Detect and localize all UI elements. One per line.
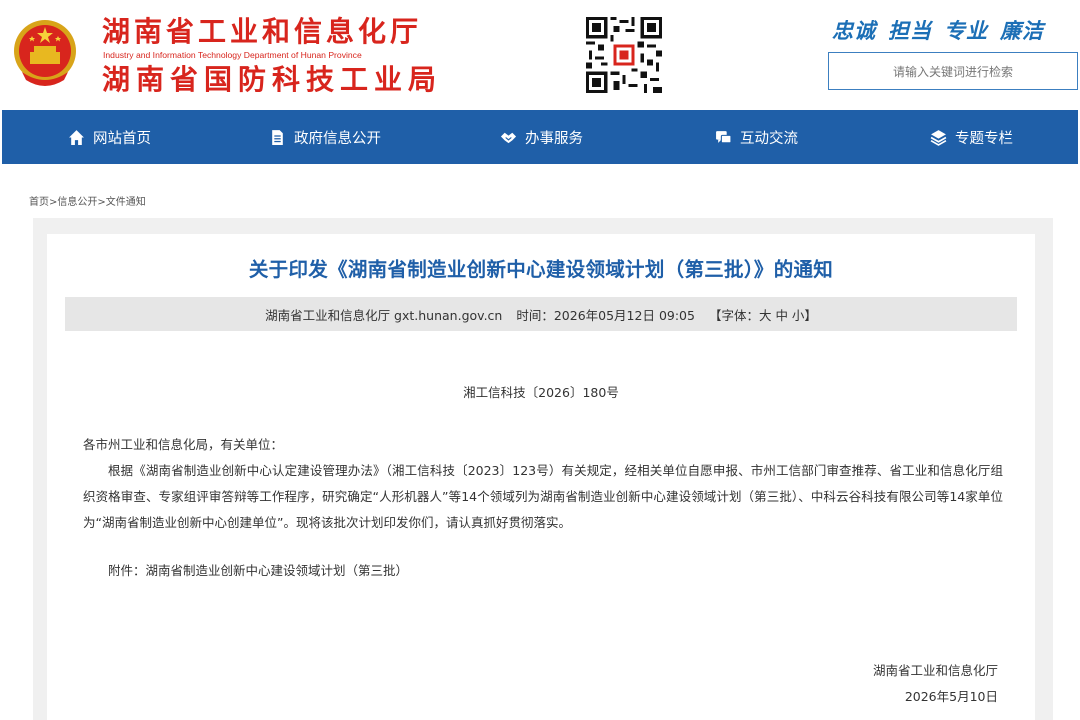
- article-attachment[interactable]: 附件：湖南省制造业创新中心建设领域计划（第三批）: [83, 558, 1003, 584]
- article-title: 关于印发《湖南省制造业创新中心建设领域计划（第三批）》的通知: [248, 258, 834, 281]
- signature-organization: 湖南省工业和信息化厅: [872, 663, 998, 678]
- search-input[interactable]: 请输入关键词进行检索: [828, 52, 1078, 90]
- article-time: 时间：2026年05月12日 09:05: [516, 307, 695, 323]
- main-nav: 网站首页 政府信息公开 办事服务 互动交流 专题专栏: [2, 110, 1078, 164]
- site-title-block: 湖南省工业和信息化厅 Industry and Information Tech…: [102, 16, 442, 96]
- nav-item-label: 专题专栏: [955, 130, 1013, 147]
- home-icon: [69, 129, 84, 145]
- slogan-word: 廉洁: [1000, 19, 1044, 43]
- qr-code-icon: [586, 17, 662, 93]
- nav-item-services[interactable]: 办事服务: [500, 110, 583, 164]
- article-body: 根据《湖南省制造业创新中心认定建设管理办法》（湘工信科技〔2023〕123号）有…: [83, 463, 1003, 530]
- nav-item-label: 互动交流: [740, 130, 798, 147]
- site-header: 湖南省工业和信息化厅 Industry and Information Tech…: [0, 0, 1080, 110]
- nav-item-home[interactable]: 网站首页: [68, 110, 151, 164]
- document-number: 湘工信科技〔2026〕180号: [463, 385, 619, 400]
- nav-item-topics[interactable]: 专题专栏: [930, 110, 1013, 164]
- nav-item-gov-info[interactable]: 政府信息公开: [269, 110, 381, 164]
- nav-item-label: 政府信息公开: [294, 130, 381, 147]
- signature-date: 2026年5月10日: [904, 689, 998, 704]
- document-icon: [272, 129, 283, 145]
- site-title-sub: 湖南省国防科技工业局: [102, 63, 443, 96]
- layers-icon: [930, 129, 947, 146]
- handshake-icon: [500, 132, 517, 143]
- site-title-main: 湖南省工业和信息化厅: [102, 15, 423, 48]
- slogan: 忠诚 担当 专业 廉洁: [832, 15, 1044, 45]
- article-salutation: 各市州工业和信息化局，有关单位：: [83, 437, 284, 452]
- nav-item-label: 办事服务: [525, 130, 583, 147]
- national-emblem-icon: [14, 20, 76, 86]
- nav-item-interaction[interactable]: 互动交流: [715, 110, 798, 164]
- article-meta: 湖南省工业和信息化厅 gxt.hunan.gov.cn 时间：2026年05月1…: [65, 297, 1017, 331]
- slogan-word: 担当: [888, 19, 932, 43]
- slogan-word: 专业: [944, 19, 988, 43]
- chat-icon: [716, 130, 732, 143]
- nav-item-label: 网站首页: [93, 130, 151, 147]
- font-size-switcher[interactable]: 【字体：大 中 小】: [709, 305, 817, 324]
- breadcrumb[interactable]: 首页>信息公开>文件通知: [29, 193, 146, 208]
- article-source: 湖南省工业和信息化厅 gxt.hunan.gov.cn: [265, 307, 503, 323]
- slogan-word: 忠诚: [832, 19, 876, 43]
- site-title-english: Industry and Information Technology Depa…: [103, 50, 362, 60]
